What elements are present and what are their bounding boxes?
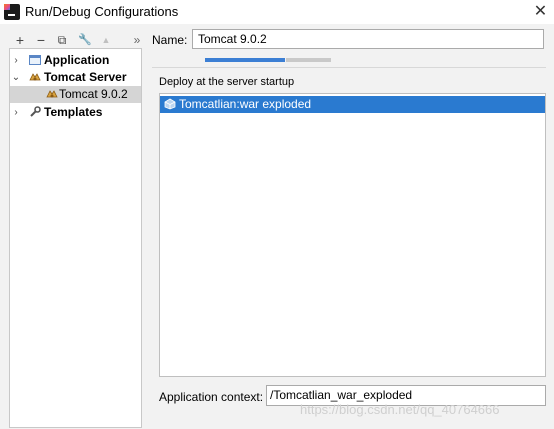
tree-item-application[interactable]: › Application (10, 52, 141, 69)
close-icon[interactable]: ✕ (527, 0, 554, 24)
list-item[interactable]: Tomcatlian:war exploded (160, 96, 545, 113)
artifact-label: Tomcatlian:war exploded (179, 97, 312, 111)
title-bar: Run/Debug Configurations ✕ (0, 0, 554, 24)
config-tree: › Application ⌄ Tomcat Server Tomcat 9.0… (9, 48, 142, 428)
deploy-artifact-list[interactable]: Tomcatlian:war exploded (159, 93, 546, 377)
tab-deployment[interactable] (205, 58, 285, 62)
deploy-section-title: Deploy at the server startup (159, 76, 295, 88)
edit-defaults-button[interactable]: 🔧 (77, 30, 93, 50)
tree-label: Tomcat Server (44, 70, 127, 84)
wrench-icon (29, 106, 41, 118)
name-label: Name: (152, 33, 188, 47)
add-config-button[interactable]: + (12, 30, 28, 50)
config-toolbar: + − ⧉ 🔧 ▲ » (0, 30, 145, 50)
tree-item-tomcat-server[interactable]: ⌄ Tomcat Server (10, 69, 141, 86)
application-context-label: Application context: (159, 390, 264, 404)
section-divider (152, 67, 546, 68)
tree-label: Templates (44, 105, 103, 119)
tomcat-icon (46, 88, 58, 100)
copy-config-button[interactable]: ⧉ (54, 30, 70, 50)
tree-item-tomcat-9-0-2[interactable]: Tomcat 9.0.2 (10, 86, 141, 103)
window-title: Run/Debug Configurations (25, 4, 179, 19)
more-actions-button[interactable]: » (129, 30, 145, 50)
tree-item-templates[interactable]: › Templates (10, 104, 141, 121)
chevron-down-icon[interactable]: ⌄ (11, 69, 21, 86)
watermark: https://blog.csdn.net/qq_40764666 (300, 402, 500, 417)
tab-logs[interactable] (286, 58, 331, 62)
chevron-right-icon[interactable]: › (11, 104, 21, 121)
tomcat-icon (29, 71, 41, 83)
name-input[interactable]: Tomcat 9.0.2 (192, 29, 544, 49)
move-up-button[interactable]: ▲ (98, 30, 114, 50)
artifact-icon (164, 98, 176, 110)
chevron-right-icon[interactable]: › (11, 52, 21, 69)
tree-label: Application (44, 53, 110, 67)
intellij-logo-icon (4, 4, 20, 20)
remove-config-button[interactable]: − (33, 30, 49, 50)
tree-label: Tomcat 9.0.2 (59, 87, 128, 101)
application-icon (29, 54, 41, 66)
